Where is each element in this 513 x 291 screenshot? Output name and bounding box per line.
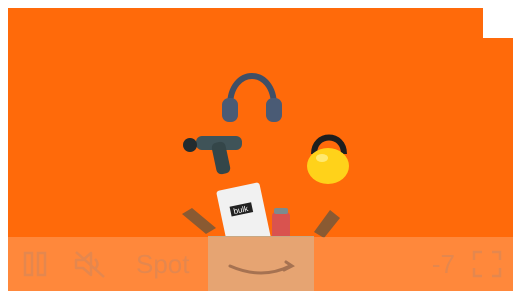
fullscreen-icon <box>472 250 502 278</box>
video-player[interactable]: bulk Spot -7 <box>8 8 513 291</box>
sponsor-label: Spot <box>136 248 190 279</box>
player-controls-bar: Spot -7 <box>8 237 513 291</box>
fullscreen-button[interactable] <box>471 249 503 279</box>
mute-button[interactable] <box>72 249 108 279</box>
corner-overlay <box>483 8 513 38</box>
pause-icon <box>23 251 47 277</box>
pause-button[interactable] <box>20 249 50 279</box>
mute-icon <box>74 251 105 278</box>
time-remaining: -7 <box>431 248 455 279</box>
